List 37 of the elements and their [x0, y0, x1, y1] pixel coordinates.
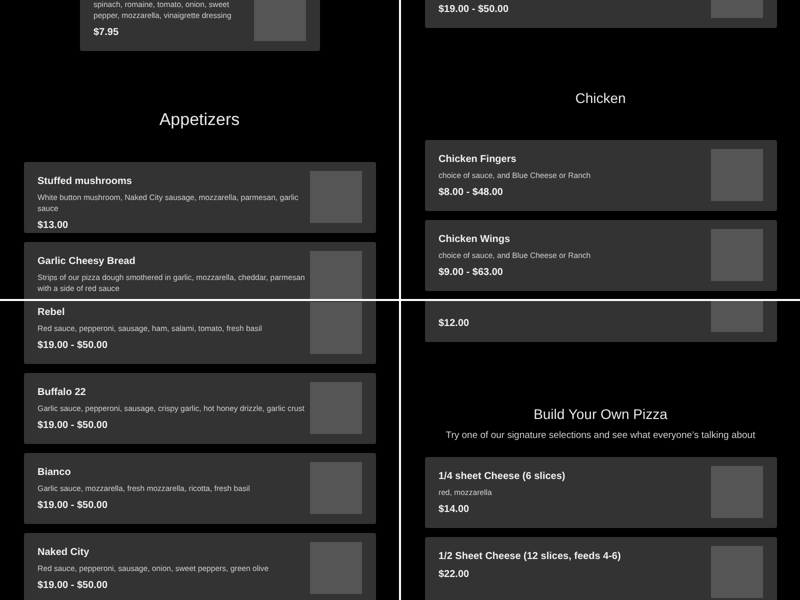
- item-price: $13.00: [38, 219, 70, 232]
- image-placeholder: [710, 546, 762, 598]
- image-placeholder: [310, 251, 362, 299]
- image-placeholder: [310, 302, 362, 354]
- item-title: Naked City: [38, 546, 90, 559]
- item-price: $8.00 - $48.00: [438, 186, 504, 198]
- item-price: $19.00 - $50.00: [38, 339, 109, 352]
- item-title: Chicken Fingers: [438, 152, 518, 166]
- item-price: $19.00 - $50.00: [438, 3, 509, 16]
- image-placeholder: [254, 0, 306, 41]
- item-title: 1/2 Sheet Cheese (12 slices, feeds 4-6): [438, 550, 621, 563]
- image-placeholder: [710, 466, 762, 518]
- item-title: Buffalo 22: [38, 386, 87, 399]
- item-price: $14.00: [438, 502, 470, 516]
- item-title: Garlic Cheesy Bread: [38, 255, 136, 268]
- item-price: $19.00 - $50.00: [38, 579, 109, 592]
- item-price: $9.00 - $63.00: [438, 266, 504, 278]
- section-heading: Build Your Own Pizza: [534, 406, 668, 424]
- image-placeholder: [310, 171, 362, 224]
- item-title: Rebel: [38, 306, 66, 319]
- item-title: Stuffed mushrooms: [38, 175, 133, 188]
- image-placeholder: [710, 228, 762, 280]
- image-placeholder: [710, 148, 762, 200]
- section-heading: Appetizers: [159, 109, 240, 130]
- item-price: $19.00 - $50.00: [38, 499, 109, 512]
- item-title: 1/4 sheet Cheese (6 slices): [438, 470, 566, 483]
- image-placeholder: [310, 382, 362, 434]
- section-heading: Chicken: [575, 90, 626, 108]
- item-price: $19.00 - $50.00: [38, 419, 109, 432]
- section-subtitle: Try one of our signature selections and see what everyone’s talking about: [446, 428, 756, 442]
- item-price: $12.00: [438, 317, 470, 330]
- item-title: Bianco: [38, 466, 72, 479]
- item-price: $22.00: [438, 568, 470, 581]
- image-placeholder: [310, 542, 362, 594]
- item-title: Chicken Wings: [438, 232, 512, 246]
- image-placeholder: [310, 462, 362, 514]
- item-price: $7.95: [94, 26, 120, 39]
